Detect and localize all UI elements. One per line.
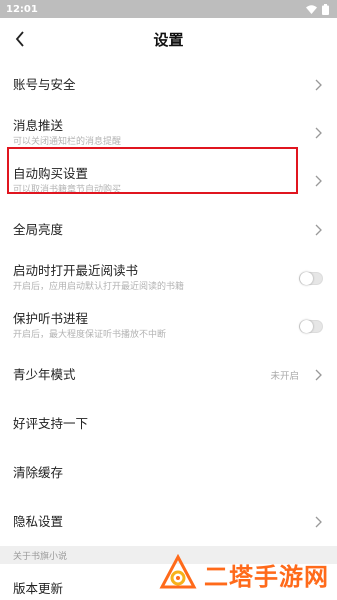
teen-mode-status: 未开启: [270, 370, 299, 382]
watermark-logo-icon: [159, 554, 197, 589]
status-icons: [306, 3, 329, 15]
status-time: 12:01: [6, 3, 38, 15]
row-text: 全局亮度: [13, 222, 313, 238]
row-auto-purchase[interactable]: 自动购买设置 可以取消书籍章节自动购买: [0, 157, 337, 205]
settings-list: 账号与安全 消息推送 可以关闭通知栏的消息提醒 自动购买设置 可以取消书籍章节自…: [0, 60, 337, 600]
row-title: 保护听书进程: [13, 310, 89, 326]
row-title: 消息推送: [13, 117, 64, 133]
row-clear-cache[interactable]: 清除缓存: [0, 448, 337, 497]
row-subtitle: 开启后，应用启动默认打开最近阅读的书籍: [13, 281, 185, 292]
row-title: 账号与安全: [13, 76, 76, 92]
back-button[interactable]: [8, 27, 32, 51]
row-text: 青少年模式: [13, 367, 270, 383]
wifi-icon: [306, 4, 317, 14]
row-subtitle: 开启后，最大程度保证听书播放不中断: [13, 329, 167, 340]
row-account-security[interactable]: 账号与安全: [0, 60, 337, 109]
row-title: 清除缓存: [13, 464, 64, 480]
row-text: 账号与安全: [13, 77, 313, 93]
chevron-right-icon: [313, 126, 323, 140]
toggle-knob: [300, 271, 313, 285]
row-privacy-settings[interactable]: 隐私设置: [0, 497, 337, 546]
back-arrow-icon: [15, 31, 24, 47]
chevron-right-icon: [313, 515, 323, 529]
chevron-right-icon: [313, 223, 323, 237]
battery-icon: [322, 3, 329, 15]
watermark: 二塔手游网: [158, 554, 329, 594]
row-text: 清除缓存: [13, 465, 323, 481]
row-global-brightness[interactable]: 全局亮度: [0, 205, 337, 254]
protect-audiobook-toggle[interactable]: [299, 319, 323, 333]
row-text: 好评支持一下: [13, 416, 323, 432]
row-text: 启动时打开最近阅读书 开启后，应用启动默认打开最近阅读的书籍: [13, 263, 299, 294]
row-rate-us[interactable]: 好评支持一下: [0, 399, 337, 448]
nav-bar: 设置: [0, 18, 337, 60]
chevron-right-icon: [313, 174, 323, 188]
row-message-push[interactable]: 消息推送 可以关闭通知栏的消息提醒: [0, 109, 337, 157]
watermark-text: 二塔手游网: [204, 562, 329, 591]
row-teen-mode[interactable]: 青少年模式 未开启: [0, 350, 337, 399]
chevron-right-icon: [313, 368, 323, 382]
page-title: 设置: [153, 30, 184, 49]
row-title: 好评支持一下: [13, 415, 89, 431]
row-text: 隐私设置: [13, 514, 313, 530]
toggle-knob: [300, 319, 313, 333]
status-bar: 12:01: [0, 0, 337, 18]
row-title: 青少年模式: [13, 366, 76, 382]
chevron-right-icon: [313, 78, 323, 92]
row-title: 启动时打开最近阅读书: [13, 262, 139, 278]
row-title: 自动购买设置: [13, 165, 89, 181]
row-open-recent-book: 启动时打开最近阅读书 开启后，应用启动默认打开最近阅读的书籍: [0, 254, 337, 302]
row-text: 消息推送 可以关闭通知栏的消息提醒: [13, 118, 313, 149]
row-title: 全局亮度: [13, 221, 64, 237]
open-recent-book-toggle[interactable]: [299, 271, 323, 285]
row-protect-audiobook: 保护听书进程 开启后，最大程度保证听书播放不中断: [0, 302, 337, 350]
row-text: 保护听书进程 开启后，最大程度保证听书播放不中断: [13, 311, 299, 342]
row-subtitle: 可以关闭通知栏的消息提醒: [13, 136, 122, 147]
row-subtitle: 可以取消书籍章节自动购买: [13, 184, 122, 195]
row-title: 隐私设置: [13, 513, 64, 529]
row-text: 自动购买设置 可以取消书籍章节自动购买: [13, 166, 313, 197]
